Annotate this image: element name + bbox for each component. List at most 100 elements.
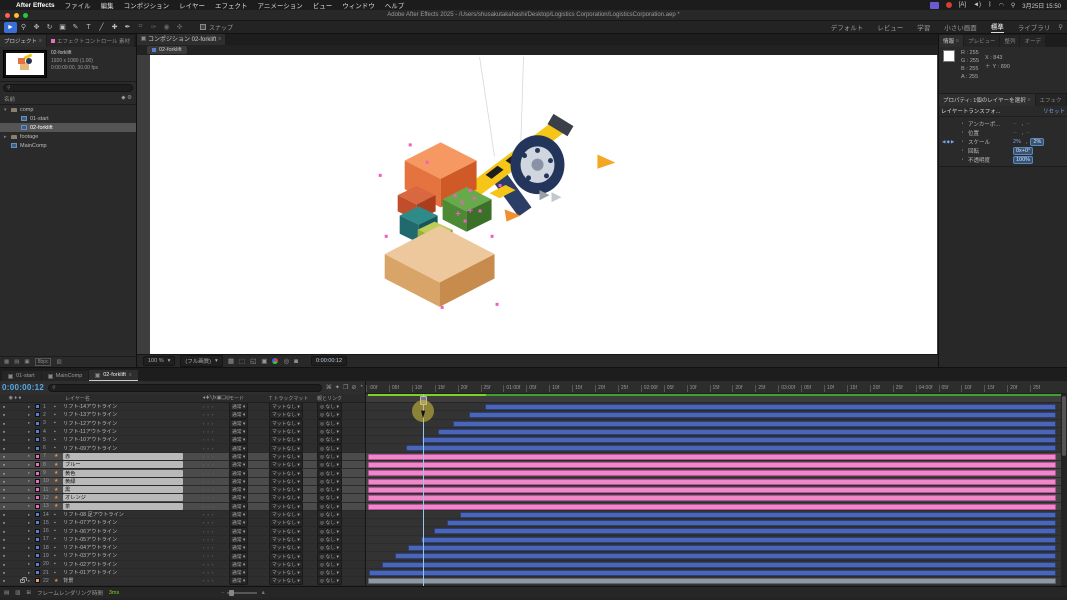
eye-icon[interactable]: ●: [0, 462, 8, 467]
menu-item[interactable]: ヘルプ: [385, 0, 405, 10]
property-label[interactable]: アンカーポ...: [968, 120, 1010, 128]
workspace-tab[interactable]: ライブラリ: [1018, 22, 1051, 32]
twirl-icon[interactable]: ▸: [28, 495, 35, 501]
reset-exposure-icon[interactable]: ◎: [283, 357, 289, 365]
layer-bar-track[interactable]: [366, 436, 1061, 444]
label-color-chip[interactable]: [35, 412, 40, 417]
twirl-icon[interactable]: ▸: [4, 134, 8, 140]
layer-name-header[interactable]: レイヤー名: [65, 395, 203, 402]
tool-button-9[interactable]: ✒: [121, 22, 134, 33]
layer-duration-bar[interactable]: [368, 479, 1056, 485]
eye-icon[interactable]: ●: [0, 570, 8, 575]
eye-icon[interactable]: ●: [0, 479, 8, 484]
delete-item-icon[interactable]: ▥: [56, 359, 61, 365]
menubar-clock[interactable]: 3月25日 15:50: [1022, 1, 1061, 10]
switches-header[interactable]: ♦✚╲fx▣❏◎: [203, 395, 229, 401]
layer-duration-bar[interactable]: [421, 537, 1056, 543]
label-color-chip[interactable]: [35, 454, 40, 459]
layer-duration-bar[interactable]: [395, 553, 1056, 559]
parent-header[interactable]: 親とリンク: [317, 395, 365, 402]
draft3d-icon[interactable]: ✦: [335, 384, 340, 391]
layer-name[interactable]: リフト-06アウトライン: [63, 529, 117, 535]
label-color-chip[interactable]: [35, 495, 40, 500]
layer-name[interactable]: リフト-03アウトライン: [63, 553, 117, 559]
lock-icon[interactable]: [20, 579, 25, 583]
layer-switches[interactable]: ▪ ▪ ▪: [203, 421, 229, 426]
twirl-icon[interactable]: ▸: [28, 520, 35, 526]
tool-button-10[interactable]: ⌗: [134, 22, 147, 33]
app-switcher-icon[interactable]: [930, 2, 939, 9]
tab-1[interactable]: プレビュー: [964, 35, 1000, 47]
tool-button-0[interactable]: ►: [4, 22, 17, 33]
layer-duration-bar[interactable]: [453, 421, 1056, 427]
layer-bar-track[interactable]: [366, 461, 1061, 469]
expand-layers-icon[interactable]: ▥: [15, 590, 20, 596]
label-color-chip[interactable]: [35, 429, 40, 434]
workspace-tab[interactable]: 標準: [991, 21, 1004, 33]
layer-name[interactable]: リフト-12アウトライン: [63, 421, 117, 427]
layer-bar-track[interactable]: [366, 503, 1061, 511]
layer-switches[interactable]: ▪ ▪ ▪: [203, 462, 229, 467]
track-matte-select[interactable]: マットなし ▾: [269, 576, 303, 585]
menu-item[interactable]: 編集: [101, 0, 114, 10]
project-tree-item[interactable]: 01-start: [0, 114, 136, 123]
menu-item[interactable]: コンポジション: [124, 0, 170, 10]
eye-icon[interactable]: ●: [0, 562, 8, 567]
mask-visibility-icon[interactable]: ⬚: [239, 357, 245, 365]
twirl-icon[interactable]: ▸: [28, 561, 35, 567]
layer-bar-track[interactable]: [366, 494, 1061, 502]
twirl-icon[interactable]: ▸: [28, 470, 35, 476]
layer-bar-track[interactable]: [366, 511, 1061, 519]
shy-icon[interactable]: ❐: [343, 384, 348, 391]
label-color-chip[interactable]: [35, 520, 40, 525]
tool-button-5[interactable]: ✎: [69, 22, 82, 33]
layer-bar-track[interactable]: [366, 536, 1061, 544]
menu-item[interactable]: ファイル: [65, 0, 91, 10]
timeline-tab[interactable]: 02-forklift≡: [89, 370, 138, 381]
twirl-icon[interactable]: ▸: [28, 445, 35, 451]
recording-icon[interactable]: [946, 2, 952, 8]
twirl-icon[interactable]: ▸: [28, 570, 35, 576]
label-color-chip[interactable]: [35, 487, 40, 492]
eye-icon[interactable]: ●: [0, 429, 8, 434]
tab-composition[interactable]: コンポジション 02-forklift ≡: [137, 34, 225, 45]
twirl-icon[interactable]: ▸: [28, 429, 35, 435]
timeline-graph-area[interactable]: :00f05f10f15f20f25f01:00f05f10f15f20f25f…: [366, 381, 1067, 586]
app-menu[interactable]: After Effects: [16, 2, 55, 9]
layer-name[interactable]: リフト-10アウトライン: [63, 437, 117, 443]
layer-name[interactable]: 茶: [63, 503, 183, 510]
eye-icon[interactable]: ●: [0, 545, 8, 550]
input-source-icon[interactable]: [A]: [959, 2, 966, 8]
current-timecode[interactable]: 0:00:00:12: [2, 383, 44, 392]
property-label[interactable]: 不透明度: [968, 156, 1010, 164]
layer-duration-bar[interactable]: [422, 437, 1056, 443]
new-comp-icon[interactable]: ▣: [24, 359, 29, 365]
project-tree-item[interactable]: ▾comp: [0, 105, 136, 114]
twirl-icon[interactable]: ▸: [28, 536, 35, 542]
twirl-icon[interactable]: ▸: [28, 404, 35, 410]
work-area-bar[interactable]: [366, 394, 1067, 403]
layer-duration-bar[interactable]: [368, 578, 1056, 584]
tool-button-8[interactable]: ✚: [108, 22, 121, 33]
twirl-icon[interactable]: ▸: [28, 487, 35, 493]
eye-icon[interactable]: ●: [0, 412, 8, 417]
layer-name[interactable]: リフト-01アウトライン: [63, 570, 117, 576]
label-color-chip[interactable]: [35, 529, 40, 534]
stopwatch-icon[interactable]: ◔: [959, 130, 965, 136]
zoom-slider[interactable]: [227, 592, 257, 594]
timeline-search-input[interactable]: ⚲: [48, 384, 322, 392]
guides-icon[interactable]: ▣: [261, 357, 267, 365]
layer-switches[interactable]: ▪ ▪ ▪: [203, 446, 229, 451]
eye-icon[interactable]: ●: [0, 437, 8, 442]
keyframe-nav-icons[interactable]: ◀◆▶: [942, 139, 956, 145]
eye-icon[interactable]: ●: [0, 512, 8, 517]
layer-row[interactable]: ●▸22★背景▪ ▪ ▪通常 ▾マットなし ▾◎ なし ▾: [0, 577, 365, 585]
workspace-search-icon[interactable]: ⚲: [1058, 23, 1063, 31]
channel-select-icon[interactable]: [272, 358, 278, 364]
layer-name[interactable]: リフト-09アウトライン: [63, 446, 117, 452]
tool-button-4[interactable]: ▣: [56, 22, 69, 33]
twirl-icon[interactable]: ▸: [28, 503, 35, 509]
layer-duration-bar[interactable]: [369, 570, 1056, 576]
layer-bar-track[interactable]: [366, 411, 1061, 419]
volume-icon[interactable]: ◄): [973, 2, 981, 8]
